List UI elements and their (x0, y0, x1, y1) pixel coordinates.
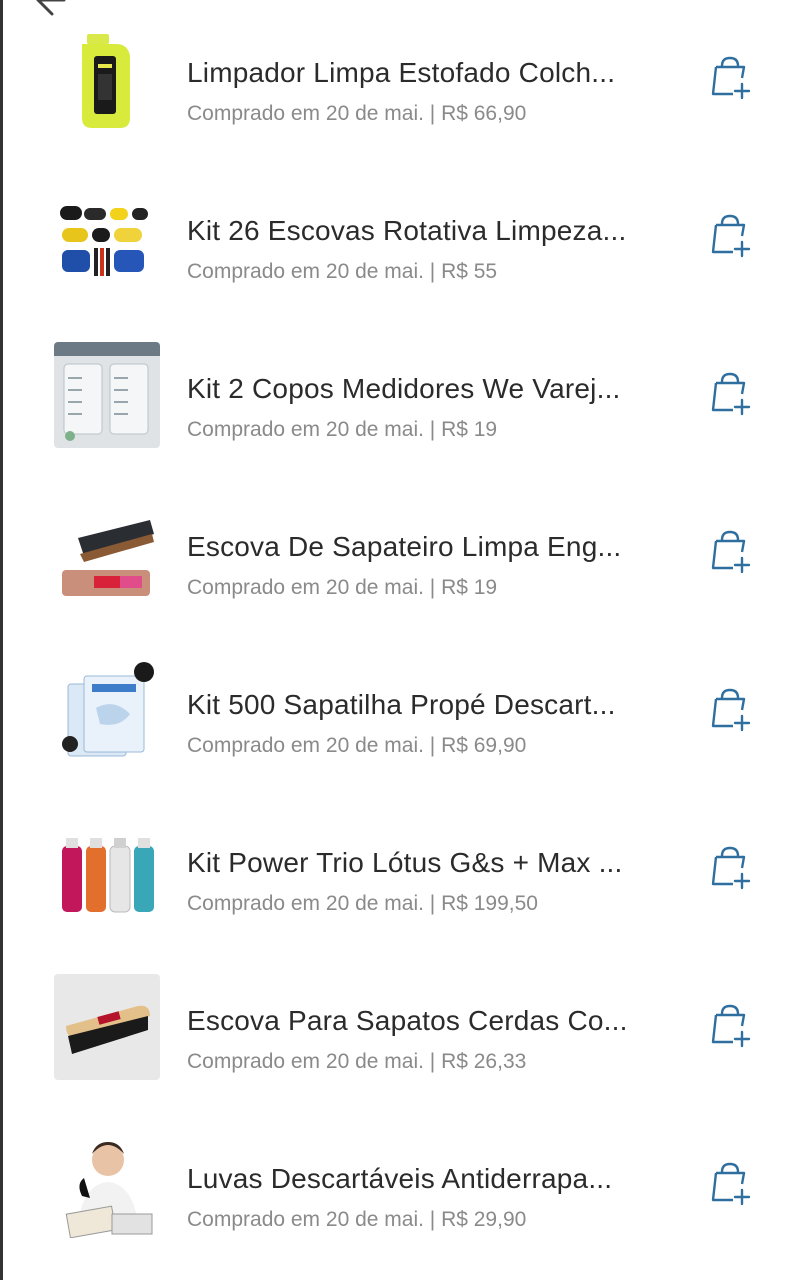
shoe-brush-product-image[interactable] (54, 500, 160, 606)
purchase-item[interactable]: Kit 26 Escovas Rotativa Limpeza... Compr… (0, 158, 789, 316)
disposable-gloves-product-image[interactable] (54, 1132, 160, 1238)
bottle-trio-product-image[interactable] (54, 816, 160, 922)
product-title[interactable]: Escova De Sapateiro Limpa Eng... (187, 530, 682, 564)
purchase-meta: Comprado em 20 de mai. | R$ 19 (187, 576, 498, 599)
add-to-cart-button[interactable] (707, 844, 753, 890)
product-title[interactable]: Limpador Limpa Estofado Colch... (187, 56, 682, 90)
purchase-meta: Comprado em 20 de mai. | R$ 69,90 (187, 734, 527, 757)
bag-plus-icon (711, 1004, 751, 1048)
rotary-brushes-product-image[interactable] (54, 184, 160, 290)
add-to-cart-button[interactable] (707, 1002, 753, 1048)
purchase-item[interactable]: Kit 2 Copos Medidores We Varej... Compra… (0, 316, 789, 474)
add-to-cart-button[interactable] (707, 212, 753, 258)
product-title[interactable]: Kit 500 Sapatilha Propé Descart... (187, 688, 682, 722)
purchase-meta: Comprado em 20 de mai. | R$ 19 (187, 418, 498, 441)
measuring-cups-product-image[interactable] (54, 342, 160, 448)
product-title[interactable]: Kit Power Trio Lótus G&s + Max ... (187, 846, 682, 880)
purchase-meta: Comprado em 20 de mai. | R$ 55 (187, 260, 498, 283)
add-to-cart-button[interactable] (707, 1160, 753, 1206)
add-to-cart-button[interactable] (707, 54, 753, 100)
purchase-item[interactable]: Kit Power Trio Lótus G&s + Max ... Compr… (0, 790, 789, 948)
bag-plus-icon (711, 530, 751, 574)
purchase-item[interactable]: Luvas Descartáveis Antiderrapa... Compra… (0, 1106, 789, 1264)
add-to-cart-button[interactable] (707, 370, 753, 416)
wooden-shoe-brush-product-image[interactable] (54, 974, 160, 1080)
add-to-cart-button[interactable] (707, 686, 753, 732)
purchase-meta: Comprado em 20 de mai. | R$ 29,90 (187, 1208, 527, 1231)
purchase-meta: Comprado em 20 de mai. | R$ 26,33 (187, 1050, 527, 1073)
bag-plus-icon (711, 846, 751, 890)
yellow-bottle-product-image[interactable] (54, 26, 160, 132)
purchase-item[interactable]: Limpador Limpa Estofado Colch... Comprad… (0, 0, 789, 158)
product-title[interactable]: Escova Para Sapatos Cerdas Co... (187, 1004, 682, 1038)
bag-plus-icon (711, 56, 751, 100)
product-title[interactable]: Luvas Descartáveis Antiderrapa... (187, 1162, 682, 1196)
purchase-item[interactable]: Kit 500 Sapatilha Propé Descart... Compr… (0, 632, 789, 790)
purchase-meta: Comprado em 20 de mai. | R$ 66,90 (187, 102, 527, 125)
product-title[interactable]: Kit 2 Copos Medidores We Varej... (187, 372, 682, 406)
product-title[interactable]: Kit 26 Escovas Rotativa Limpeza... (187, 214, 682, 248)
bag-plus-icon (711, 1162, 751, 1206)
bag-plus-icon (711, 372, 751, 416)
bag-plus-icon (711, 688, 751, 732)
shoe-covers-product-image[interactable] (54, 658, 160, 764)
bag-plus-icon (711, 214, 751, 258)
purchase-item[interactable]: Escova Para Sapatos Cerdas Co... Comprad… (0, 948, 789, 1106)
purchase-meta: Comprado em 20 de mai. | R$ 199,50 (187, 892, 538, 915)
add-to-cart-button[interactable] (707, 528, 753, 574)
purchase-item[interactable]: Escova De Sapateiro Limpa Eng... Comprad… (0, 474, 789, 632)
